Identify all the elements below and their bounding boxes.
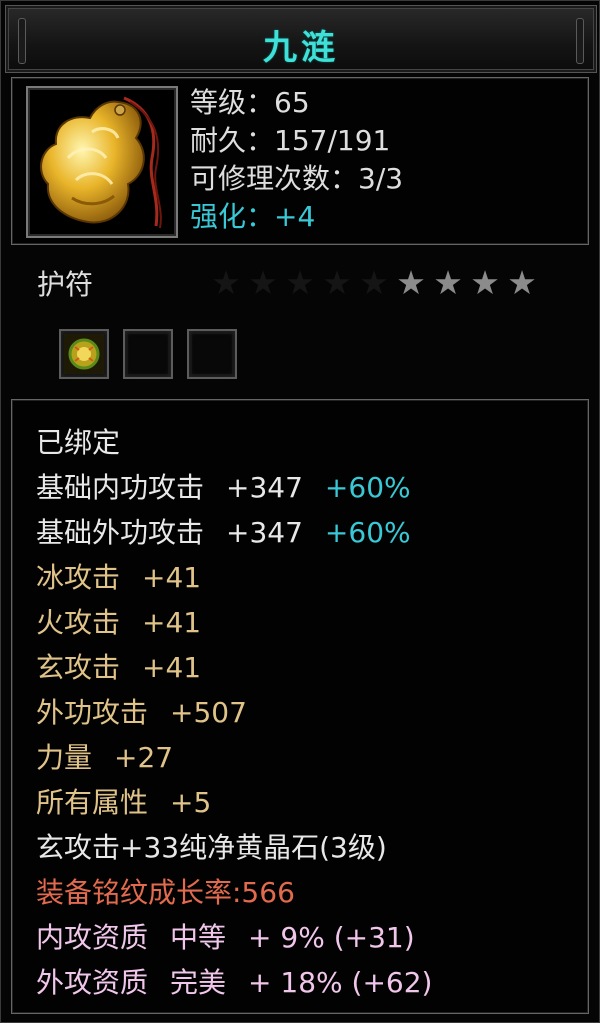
attr-value: +27 bbox=[114, 741, 174, 774]
star-icon: ★ bbox=[396, 263, 426, 302]
amulet-image bbox=[40, 96, 162, 229]
star-icon: ★ bbox=[322, 263, 352, 302]
attr-bonus: +60% bbox=[324, 516, 411, 549]
item-stats: 等级：65 耐久：157/191 可修理次数：3/3 强化：+4 bbox=[190, 84, 403, 236]
title-bar: 九涟 bbox=[5, 5, 597, 73]
inner-quality-line: 内攻资质 中等 + 9% (+31) bbox=[36, 915, 432, 960]
attr-label: 基础外功攻击 bbox=[36, 516, 205, 549]
attr-base-outer-attack: 基础外功攻击 +347 +60% bbox=[36, 510, 432, 555]
attr-value: +347 bbox=[226, 516, 303, 549]
socket-slots bbox=[59, 329, 237, 379]
attr-label: 火攻击 bbox=[36, 606, 121, 639]
attr-label: 基础内功攻击 bbox=[36, 471, 205, 504]
attr-fire-attack: 火攻击 +41 bbox=[36, 600, 432, 645]
socket-slot-1[interactable] bbox=[59, 329, 109, 379]
attr-bonus: +60% bbox=[324, 471, 411, 504]
attr-value: +347 bbox=[226, 471, 303, 504]
attr-mystic-attack: 玄攻击 +41 bbox=[36, 645, 432, 690]
star-icon: ★ bbox=[507, 263, 537, 302]
attr-outer-attack: 外功攻击 +507 bbox=[36, 690, 432, 735]
star-icon: ★ bbox=[433, 263, 463, 302]
attr-label: 力量 bbox=[36, 741, 93, 774]
quality-value: + 9% (+31) bbox=[248, 921, 415, 954]
enhance-stat: 强化：+4 bbox=[190, 200, 316, 233]
attr-value: +507 bbox=[170, 696, 247, 729]
attr-value: +41 bbox=[142, 651, 202, 684]
quality-value: + 18% (+62) bbox=[248, 966, 433, 999]
item-category: 护符 bbox=[37, 268, 94, 301]
attr-strength: 力量 +27 bbox=[36, 735, 432, 780]
quality-grade: 完美 bbox=[170, 966, 227, 999]
star-icon: ★ bbox=[359, 263, 389, 302]
item-name: 九涟 bbox=[263, 28, 339, 68]
socket-slot-3[interactable] bbox=[187, 329, 237, 379]
star-icon: ★ bbox=[285, 263, 315, 302]
quality-label: 内攻资质 bbox=[36, 921, 149, 954]
attr-label: 外功攻击 bbox=[36, 696, 149, 729]
durability-stat: 耐久：157/191 bbox=[190, 124, 391, 157]
star-icon: ★ bbox=[470, 263, 500, 302]
attr-base-inner-attack: 基础内功攻击 +347 +60% bbox=[36, 465, 432, 510]
attr-value: +5 bbox=[170, 786, 212, 819]
growth-rate-line: 装备铭纹成长率:566 bbox=[36, 876, 295, 909]
socket-slot-2[interactable] bbox=[123, 329, 173, 379]
outer-quality-line: 外攻资质 完美 + 18% (+62) bbox=[36, 960, 432, 1005]
gem-bonus-line: 玄攻击+33纯净黄晶石(3级) bbox=[36, 831, 387, 864]
item-header: 等级：65 耐久：157/191 可修理次数：3/3 强化：+4 bbox=[11, 77, 589, 245]
star-rating: ★ ★ ★ ★ ★ ★ ★ ★ ★ bbox=[211, 263, 537, 303]
repair-count-stat: 可修理次数：3/3 bbox=[190, 162, 404, 195]
star-icon: ★ bbox=[211, 263, 241, 302]
attr-value: +41 bbox=[142, 561, 202, 594]
item-tooltip: 九涟 等级：65 耐久：157/191 可修理次数：3/3 强化：+4 护符 ★… bbox=[0, 0, 600, 1023]
amulet-icon bbox=[26, 86, 178, 238]
attr-all-attributes: 所有属性 +5 bbox=[36, 780, 432, 825]
attributes-panel: 已绑定 基础内功攻击 +347 +60% 基础外功攻击 +347 +60% 冰攻击 +41… bbox=[11, 399, 589, 1014]
quality-grade: 中等 bbox=[170, 921, 227, 954]
gem-icon bbox=[68, 338, 100, 370]
attr-label: 所有属性 bbox=[36, 786, 149, 819]
attr-ice-attack: 冰攻击 +41 bbox=[36, 555, 432, 600]
attr-label: 冰攻击 bbox=[36, 561, 121, 594]
bound-status: 已绑定 bbox=[36, 426, 121, 459]
attr-value: +41 bbox=[142, 606, 202, 639]
star-icon: ★ bbox=[248, 263, 278, 302]
quality-label: 外攻资质 bbox=[36, 966, 149, 999]
level-stat: 等级：65 bbox=[190, 86, 310, 119]
title-bar-right-ornament bbox=[576, 18, 584, 64]
attr-label: 玄攻击 bbox=[36, 651, 121, 684]
